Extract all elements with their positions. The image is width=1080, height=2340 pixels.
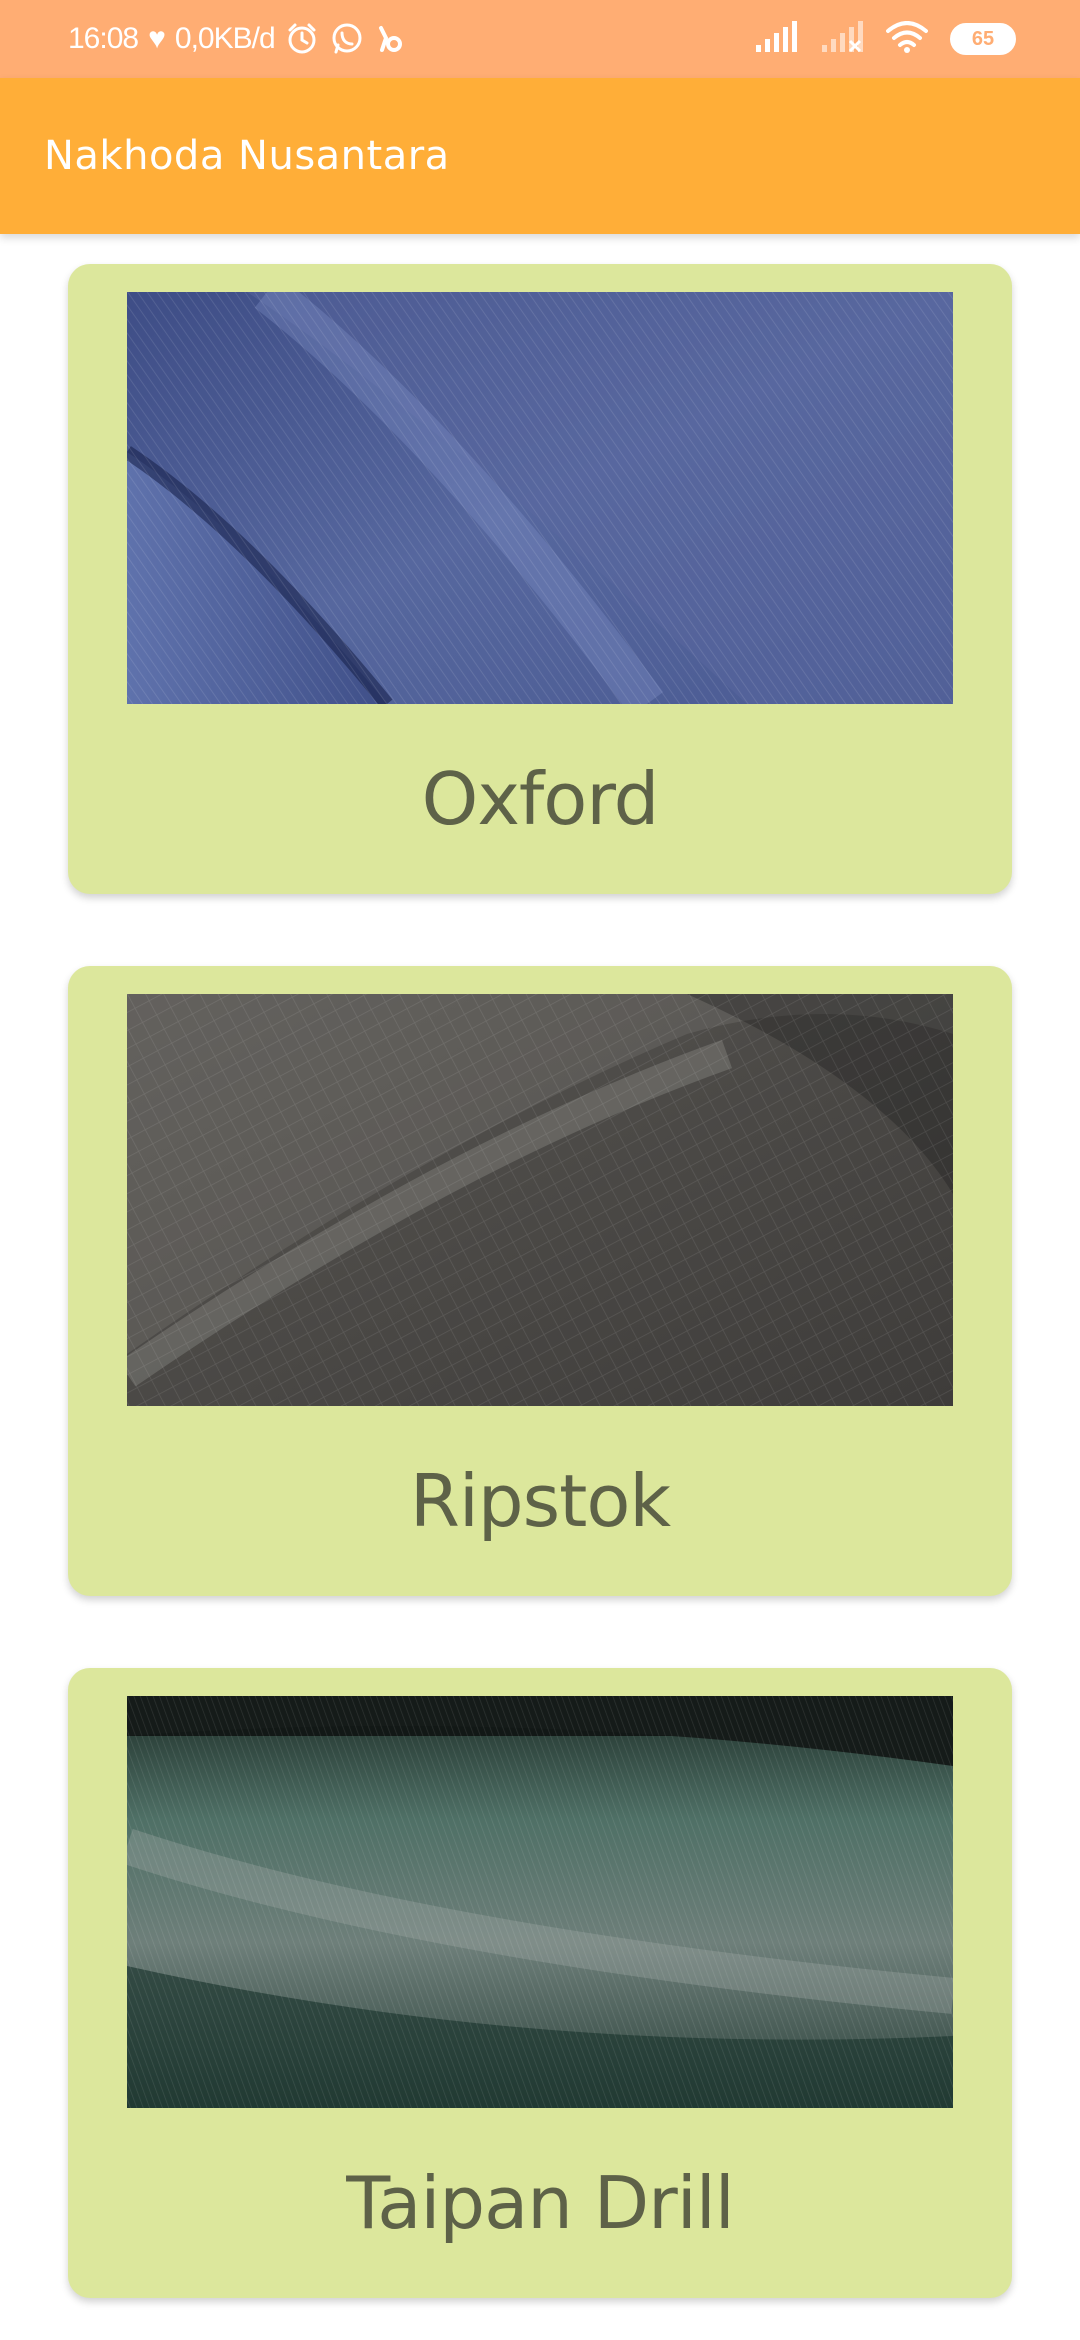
status-left: 16:08 ♥ 0,0KB/d [68,0,405,78]
alarm-icon [285,22,319,56]
app-bar: Nakhoda Nusantara [0,78,1080,234]
app-notification-icon [375,22,405,56]
whatsapp-icon [329,21,365,57]
battery-icon: 65 [950,23,1016,55]
fabric-image-taipan-drill [127,1696,953,2108]
fabric-name: Ripstok [409,1459,671,1543]
fabric-image-oxford [127,292,953,704]
fabric-card-oxford[interactable]: Oxford [68,264,1012,894]
status-bar: 16:08 ♥ 0,0KB/d 65 [0,0,1080,78]
signal-weak-icon [820,21,864,57]
fabric-card-ripstok[interactable]: Ripstok [68,966,1012,1596]
fabric-name: Taipan Drill [346,2161,735,2245]
signal-icon [754,21,798,57]
app-title: Nakhoda Nusantara [44,133,450,179]
status-heart: ♥ [148,22,166,55]
fabric-name: Oxford [421,757,660,841]
battery-level: 65 [971,27,995,50]
fabric-image-ripstok [127,994,953,1406]
wifi-icon [886,21,928,57]
status-net-speed: 0,0KB/d [174,22,276,55]
status-right: 65 [754,0,1016,78]
status-time: 16:08 [68,22,139,55]
fabric-card-taipan-drill[interactable]: Taipan Drill [68,1668,1012,2298]
